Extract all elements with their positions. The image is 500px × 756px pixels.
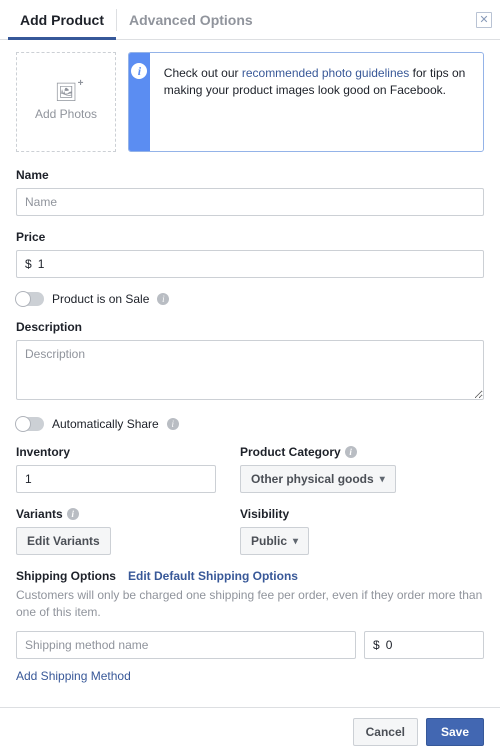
info-icon[interactable]: i [157,293,169,305]
label-on-sale: Product is on Sale [52,292,149,306]
auto-share-toggle[interactable] [16,417,44,431]
label-description: Description [16,320,484,334]
label-auto-share: Automatically Share [52,417,159,431]
chevron-down-icon: ▾ [380,474,385,485]
visibility-value: Public [251,534,287,548]
shipping-method-input[interactable] [16,631,356,659]
price-input[interactable] [38,251,483,277]
image-icon: 🖼+ [55,83,78,101]
shipping-amount-wrap[interactable]: $ [364,631,484,659]
info-icon[interactable]: i [167,418,179,430]
label-visibility: Visibility [240,507,484,521]
label-variants: Variants [16,507,63,521]
inventory-input[interactable] [16,465,216,493]
edit-variants-label: Edit Variants [27,534,100,548]
info-icon: i [131,63,147,79]
price-currency: $ [17,257,38,271]
label-inventory: Inventory [16,445,216,459]
photo-guidelines-link[interactable]: recommended photo guidelines [242,66,409,80]
name-input[interactable] [16,188,484,216]
chevron-down-icon: ▾ [293,536,298,547]
add-shipping-method-link[interactable]: Add Shipping Method [16,669,484,683]
add-photos-button[interactable]: 🖼+ Add Photos [16,52,116,152]
label-name: Name [16,168,484,182]
edit-default-shipping-link[interactable]: Edit Default Shipping Options [128,569,298,583]
edit-variants-button[interactable]: Edit Variants [16,527,111,555]
category-value: Other physical goods [251,472,374,486]
add-photos-label: Add Photos [35,107,97,121]
shipping-amount-input[interactable] [386,632,483,658]
category-dropdown[interactable]: Other physical goods ▾ [240,465,396,493]
info-banner-flag: i [129,53,150,151]
description-input[interactable] [16,340,484,400]
price-input-wrap[interactable]: $ [16,250,484,278]
tab-advanced-options[interactable]: Advanced Options [117,0,265,39]
label-price: Price [16,230,484,244]
close-icon[interactable]: ✕ [476,12,492,28]
label-category: Product Category [240,445,341,459]
cancel-button[interactable]: Cancel [353,718,418,746]
tab-add-product[interactable]: Add Product [8,0,116,39]
info-banner: i Check out our recommended photo guidel… [128,52,484,152]
info-text-prefix: Check out our [164,66,242,80]
visibility-dropdown[interactable]: Public ▾ [240,527,309,555]
shipping-currency: $ [365,638,386,652]
shipping-note: Customers will only be charged one shipp… [16,587,484,621]
on-sale-toggle[interactable] [16,292,44,306]
save-button[interactable]: Save [426,718,484,746]
info-banner-text: Check out our recommended photo guidelin… [150,53,483,151]
info-icon[interactable]: i [345,446,357,458]
label-shipping: Shipping Options [16,569,116,583]
info-icon[interactable]: i [67,508,79,520]
